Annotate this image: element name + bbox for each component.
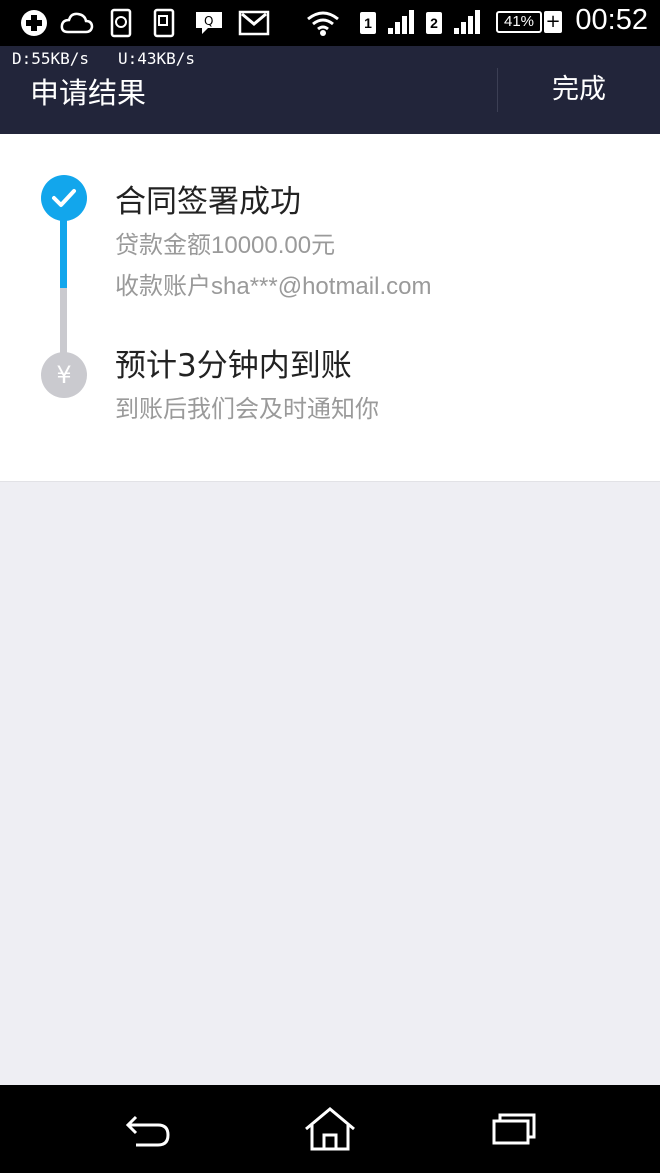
page-title: 申请结果 xyxy=(30,76,147,110)
battery-icon: 41% xyxy=(496,11,542,33)
svg-text:Q: Q xyxy=(204,14,213,28)
step-1-amount: 贷款金额10000.00元 xyxy=(115,232,336,259)
step-2-title: 预计3分钟内到账 xyxy=(115,348,352,384)
clock: 00:52 xyxy=(575,4,648,36)
home-icon xyxy=(305,1107,355,1151)
signal-icon-sim1 xyxy=(388,10,414,34)
sim1-badge: 1 xyxy=(360,12,376,34)
step-1-account: 收款账户sha***@hotmail.com xyxy=(115,273,432,300)
home-button[interactable] xyxy=(300,1103,360,1155)
gmail-icon xyxy=(238,10,270,36)
back-arrow-icon xyxy=(125,1115,170,1147)
chat-icon: Q xyxy=(196,12,222,34)
result-card: 合同签署成功 贷款金额10000.00元 收款账户sha***@hotmail.… xyxy=(0,134,660,482)
back-button[interactable] xyxy=(118,1103,178,1155)
nav-bar xyxy=(0,1085,660,1173)
step-2-detail: 到账后我们会及时通知你 xyxy=(115,396,379,423)
step-success-node xyxy=(41,175,87,221)
yen-icon: ¥ xyxy=(41,352,87,398)
sync-phone-icon xyxy=(110,8,132,38)
copy-phone-icon xyxy=(153,8,175,38)
wifi-icon xyxy=(307,11,339,36)
signal-icon-sim2 xyxy=(454,10,480,34)
status-bar: Q 1 2 41% + 00:52 xyxy=(0,0,660,46)
done-button[interactable]: 完成 xyxy=(498,46,660,134)
recent-apps-button[interactable] xyxy=(484,1103,544,1155)
net-speed-overlay: D:55KB/s U:43KB/s xyxy=(12,49,196,68)
cloud-icon xyxy=(60,12,94,34)
timeline-line-active xyxy=(60,218,67,288)
step-1-title: 合同签署成功 xyxy=(115,184,301,220)
recent-apps-icon xyxy=(492,1113,536,1145)
app-header: D:55KB/s U:43KB/s 申请结果 完成 xyxy=(0,46,660,134)
medical-cross-icon xyxy=(21,10,47,36)
timeline-line-pending xyxy=(60,288,67,356)
sim2-badge: 2 xyxy=(426,12,442,34)
charging-plus-icon: + xyxy=(544,11,562,33)
check-icon xyxy=(52,189,76,207)
